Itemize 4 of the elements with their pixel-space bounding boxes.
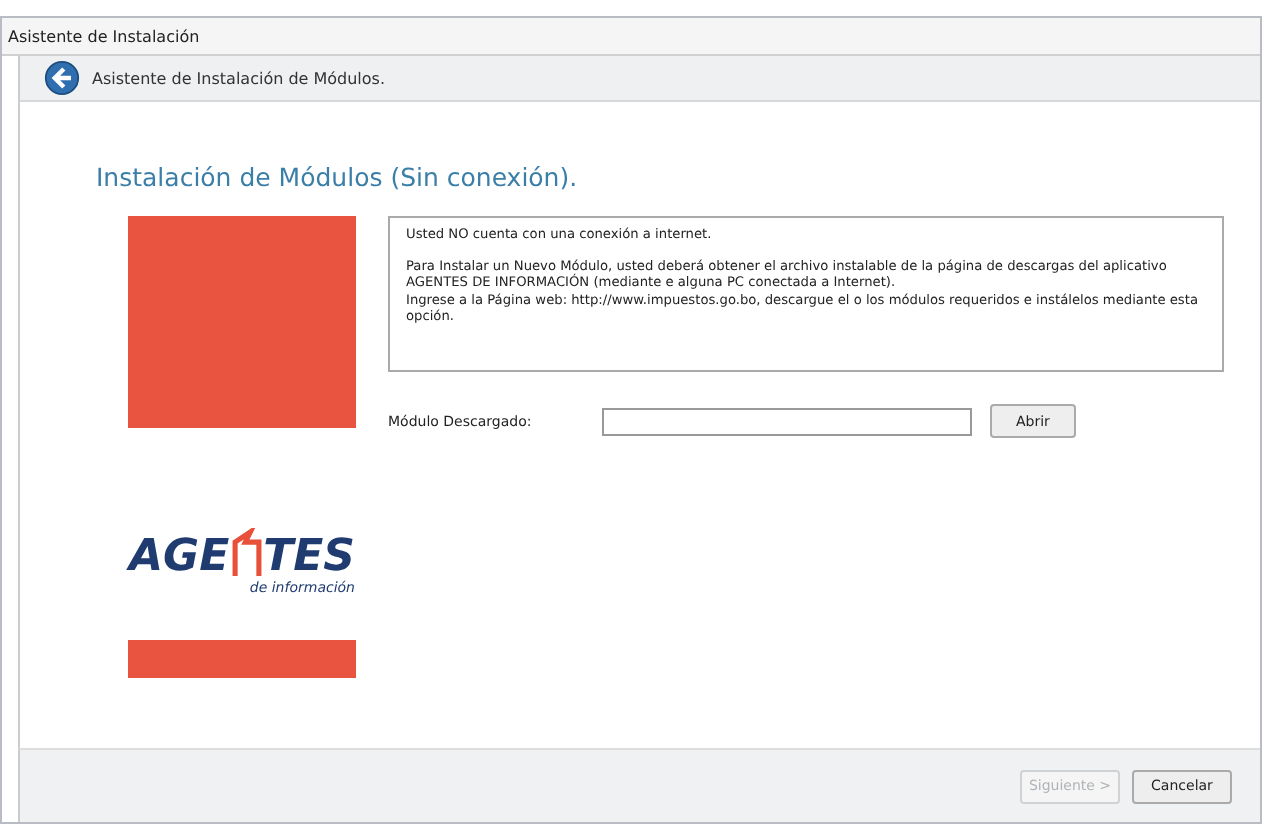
window-title: Asistente de Instalación bbox=[8, 27, 200, 45]
wizard-title: Asistente de Instalación de Módulos. bbox=[92, 69, 386, 87]
module-input-field[interactable] bbox=[602, 407, 972, 435]
page-heading: Instalación de Módulos (Sin conexión). bbox=[96, 162, 580, 192]
